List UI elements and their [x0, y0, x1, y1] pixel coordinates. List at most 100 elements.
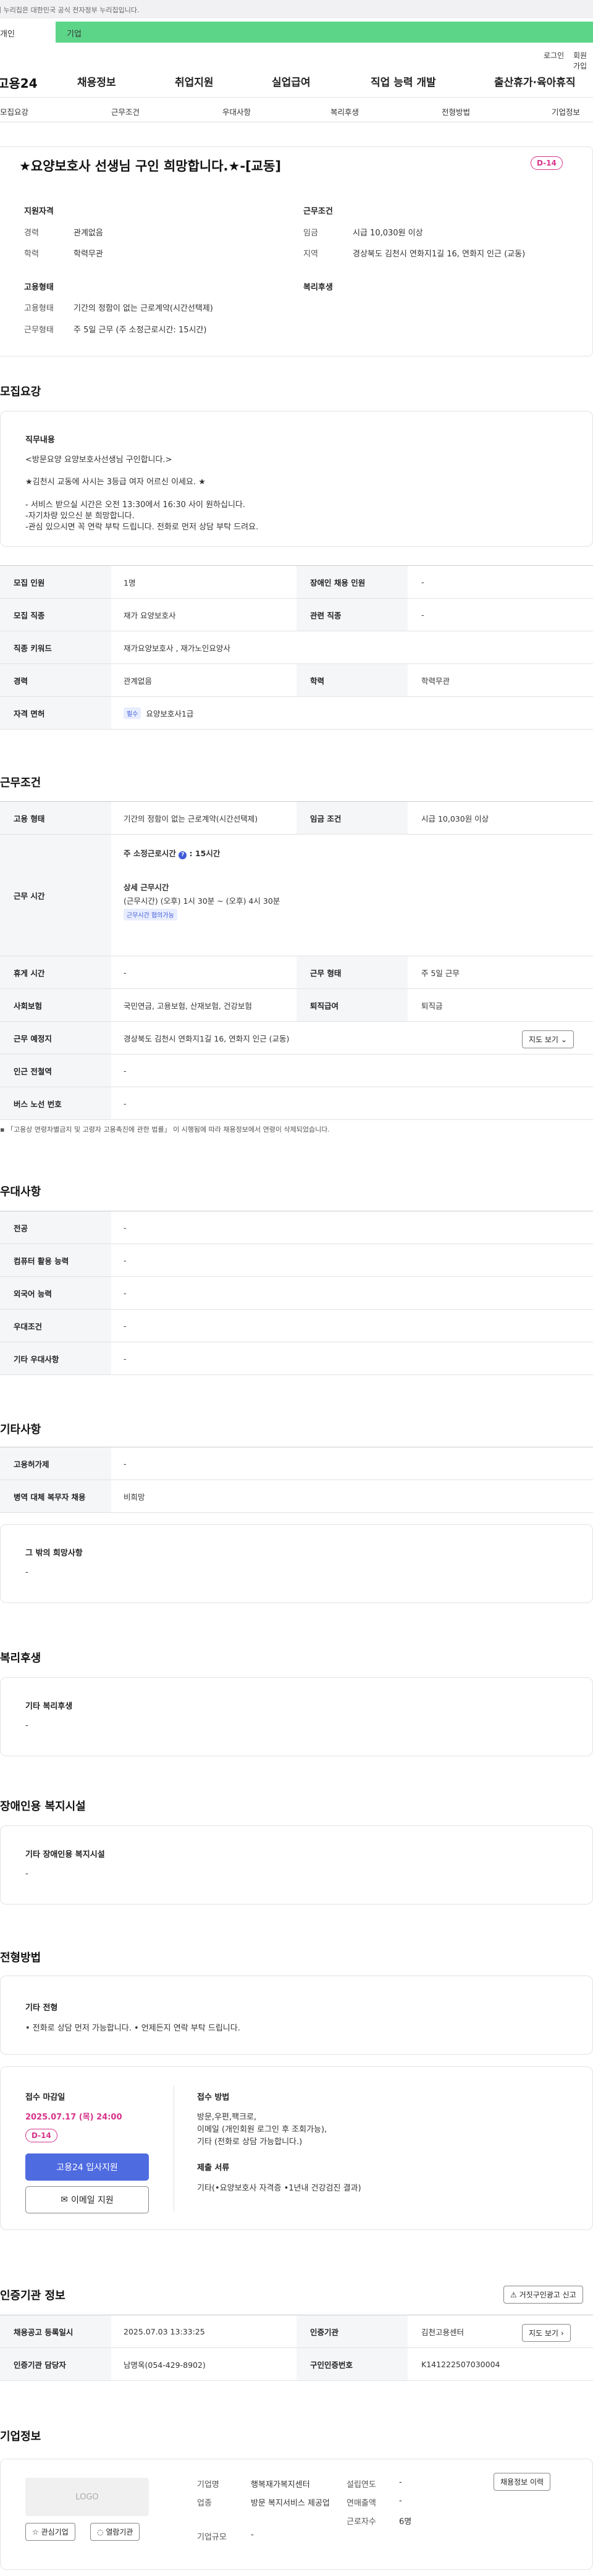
- table-header: 기타 우대사항: [0, 1342, 111, 1374]
- table-header: 자격 면허: [0, 697, 111, 729]
- company-field-label: 연매출액: [347, 2499, 376, 2508]
- table-header: 근무 예정지: [0, 1022, 111, 1054]
- table-row: 버스 노선 번호 -: [0, 1087, 593, 1120]
- table-row: 인증기관 담당자 남명옥(054-429-8902) 구인인증번호 K14122…: [0, 2348, 593, 2381]
- job-title: ★요양보호사 선생님 구인 희망합니다.★-[교동]: [19, 159, 281, 174]
- wage-label: 임금: [303, 229, 318, 238]
- apply-dday-badge: D-14: [25, 2129, 57, 2142]
- disabled-box: 기타 장애인용 복지시설 -: [0, 1825, 593, 1905]
- table-cell: 학력무관: [421, 676, 450, 686]
- other-wishes-box: 그 밖의 희망사항 -: [0, 1524, 593, 1603]
- table-row: 병역 대체 복무자 채용 비희망: [0, 1480, 593, 1513]
- section-title-disabled: 장애인용 복지시설: [0, 1800, 86, 1813]
- qual-title: 지원자격: [24, 207, 54, 216]
- table-header: 전공: [0, 1211, 111, 1244]
- site-logo[interactable]: 고용24: [0, 74, 38, 91]
- age-notice: ▪ 「고용상 연령차별금지 및 고령자 고용촉진에 관한 법률」 이 시행됨에 …: [0, 1126, 330, 1134]
- table-row: 근무 예정지 경상북도 김천시 연화지1길 16, 연화지 인근 (교동) 지도…: [0, 1022, 593, 1054]
- pref-table: 전공 - 컴퓨터 활용 능력 - 외국어 능력 - 우대조건 - 기타 우대사항 -: [0, 1211, 593, 1375]
- info-icon[interactable]: ?: [179, 851, 187, 859]
- company-field-value: 행복재가복지센터: [251, 2480, 310, 2490]
- table-row: 우대조건 -: [0, 1310, 593, 1342]
- table-row: 인근 전철역 -: [0, 1054, 593, 1087]
- section-title-recruit: 모집요강: [0, 385, 41, 398]
- duty-line: -자기차량 있으신 분 희망합니다.: [25, 511, 135, 521]
- workform-label: 근무형태: [24, 326, 54, 335]
- wage-value: 시급 10,030원 이상: [353, 229, 423, 238]
- table-cell: -: [124, 1458, 127, 1468]
- tab-individual[interactable]: 개인: [0, 22, 56, 43]
- company-field-label: 기업명: [197, 2480, 219, 2490]
- table-header: 인근 전철역: [0, 1054, 111, 1087]
- online-apply-button[interactable]: 고용24 입사지원: [25, 2153, 149, 2181]
- subnav-welfare[interactable]: 복리후생: [330, 106, 359, 117]
- table-row: 자격 면허 필수 요양보호사1급: [0, 697, 593, 730]
- star-icon: ☆: [32, 2528, 39, 2536]
- table-cell: 경상북도 김천시 연화지1길 16, 연화지 인근 (교동): [124, 1033, 290, 1043]
- section-title-pref: 우대사항: [0, 1185, 41, 1198]
- table-row: 근무 시간 주 소정근로시간 ? : 15시간 상세 근무시간 (근무시간) (…: [0, 835, 593, 956]
- map-button[interactable]: 지도 보기 ⌄: [522, 1030, 574, 1048]
- other-wishes-value: -: [25, 1568, 28, 1577]
- table-header: 외국어 능력: [0, 1277, 111, 1309]
- company-field-value: -: [399, 2478, 402, 2487]
- history-button[interactable]: 채용정보 이력: [494, 2473, 551, 2491]
- gnb-item-employment-support[interactable]: 취업지원: [175, 74, 214, 89]
- welfare-title: 복리후생: [303, 283, 333, 292]
- duty-line: - 서비스 받으실 시간은 오전 13:30에서 16:30 사이 원하십니다.: [25, 500, 246, 510]
- table-cell: 2025.07.03 13:33:25: [124, 2326, 205, 2336]
- table-header: 채용공고 등록일시: [0, 2315, 111, 2347]
- table-row: 외국어 능력 -: [0, 1277, 593, 1310]
- section-title-company: 기업정보: [0, 2430, 41, 2443]
- login-link[interactable]: 로그인: [544, 50, 564, 61]
- workcond-table: 고용 형태 기간의 정함이 없는 근로계약(시간선택제) 임금 조건 시급 10…: [0, 801, 593, 1120]
- gnb-item-jobs[interactable]: 채용정보: [77, 74, 116, 89]
- method-line: 이메일 (개인회원 로그인 후 조회가능),: [197, 2125, 327, 2134]
- deadline-value: 2025.07.17 (목) 24:00: [25, 2113, 122, 2122]
- chevron-down-icon: ⌄: [560, 1035, 567, 1044]
- screening-box-title: 기타 전형: [25, 2003, 58, 2013]
- report-button[interactable]: ⚠ 거짓구인광고 신고: [503, 2286, 583, 2304]
- view-org-button[interactable]: ◌ 열람기관: [90, 2523, 140, 2541]
- table-cell: 김천고용센터: [421, 2327, 465, 2337]
- duty-title: 직무내용: [25, 436, 55, 445]
- table-row: 컴퓨터 활용 능력 -: [0, 1244, 593, 1277]
- subnav-workcond[interactable]: 근무조건: [111, 106, 140, 117]
- subnav-company[interactable]: 기업정보: [552, 106, 580, 117]
- email-apply-button[interactable]: ✉ 이메일 지원: [25, 2186, 149, 2213]
- apply-box: 접수 마감일 2025.07.17 (목) 24:00 D-14 고용24 입사…: [0, 2066, 593, 2230]
- company-field-label: 기업규모: [197, 2533, 227, 2542]
- table-header: 근무 형태: [296, 956, 408, 988]
- subnav-screening[interactable]: 전형방법: [442, 106, 470, 117]
- table-row: 기타 우대사항 -: [0, 1342, 593, 1375]
- section-title-screening: 전형방법: [0, 1951, 41, 1964]
- table-cell: -: [124, 1288, 127, 1298]
- table-row: 직종 키워드 재가요양보호사 , 재가노인요양사: [0, 631, 593, 664]
- subnav-recruit[interactable]: 모집요강: [0, 106, 28, 117]
- tab-business[interactable]: 기업: [56, 22, 593, 43]
- method-line: 기타 (전화로 상담 가능합니다.): [197, 2137, 303, 2147]
- section-nav: 모집요강 근무조건 우대사항 복리후생 전형방법 기업정보: [0, 98, 593, 122]
- company-logo-placeholder: LOGO: [25, 2478, 149, 2516]
- fav-company-button[interactable]: ☆ 관심기업: [25, 2523, 75, 2541]
- duty-box: 직무내용 <방문요양 요양보호사선생님 구인합니다.> ★김천시 교동에 사시는…: [0, 411, 593, 547]
- table-header: 고용 형태: [0, 802, 111, 834]
- table-header: 구인인증번호: [296, 2348, 408, 2380]
- disabled-box-title: 기타 장애인용 복지시설: [25, 1850, 105, 1859]
- gnb-item-unemployment[interactable]: 실업급여: [272, 74, 311, 89]
- cert-map-button[interactable]: 지도 보기 ›: [522, 2324, 571, 2342]
- company-field-value: -: [251, 2530, 254, 2540]
- table-row: 사회보험 국민연금, 고용보험, 산재보험, 건강보험 퇴직급여 퇴직금: [0, 989, 593, 1022]
- table-header: 학력: [296, 664, 408, 696]
- gnb-item-leave[interactable]: 출산휴가·육아휴직: [494, 74, 576, 89]
- subnav-pref[interactable]: 우대사항: [222, 106, 251, 117]
- utility-links: 로그인 회원가입: [0, 46, 593, 70]
- warning-icon: ⚠: [510, 2291, 517, 2299]
- table-header: 임금 조건: [296, 802, 408, 834]
- emptype-value: 기간의 정함이 없는 근로계약(시간선택제): [74, 304, 213, 313]
- company-field-value: 방문 복지서비스 제공업: [251, 2499, 330, 2508]
- table-header: 퇴직급여: [296, 989, 408, 1021]
- gnb-item-training[interactable]: 직업 능력 개발: [371, 74, 436, 89]
- cert-table: 채용공고 등록일시 2025.07.03 13:33:25 인증기관 김천고용센…: [0, 2315, 593, 2381]
- chevron-right-icon: ›: [560, 2329, 564, 2338]
